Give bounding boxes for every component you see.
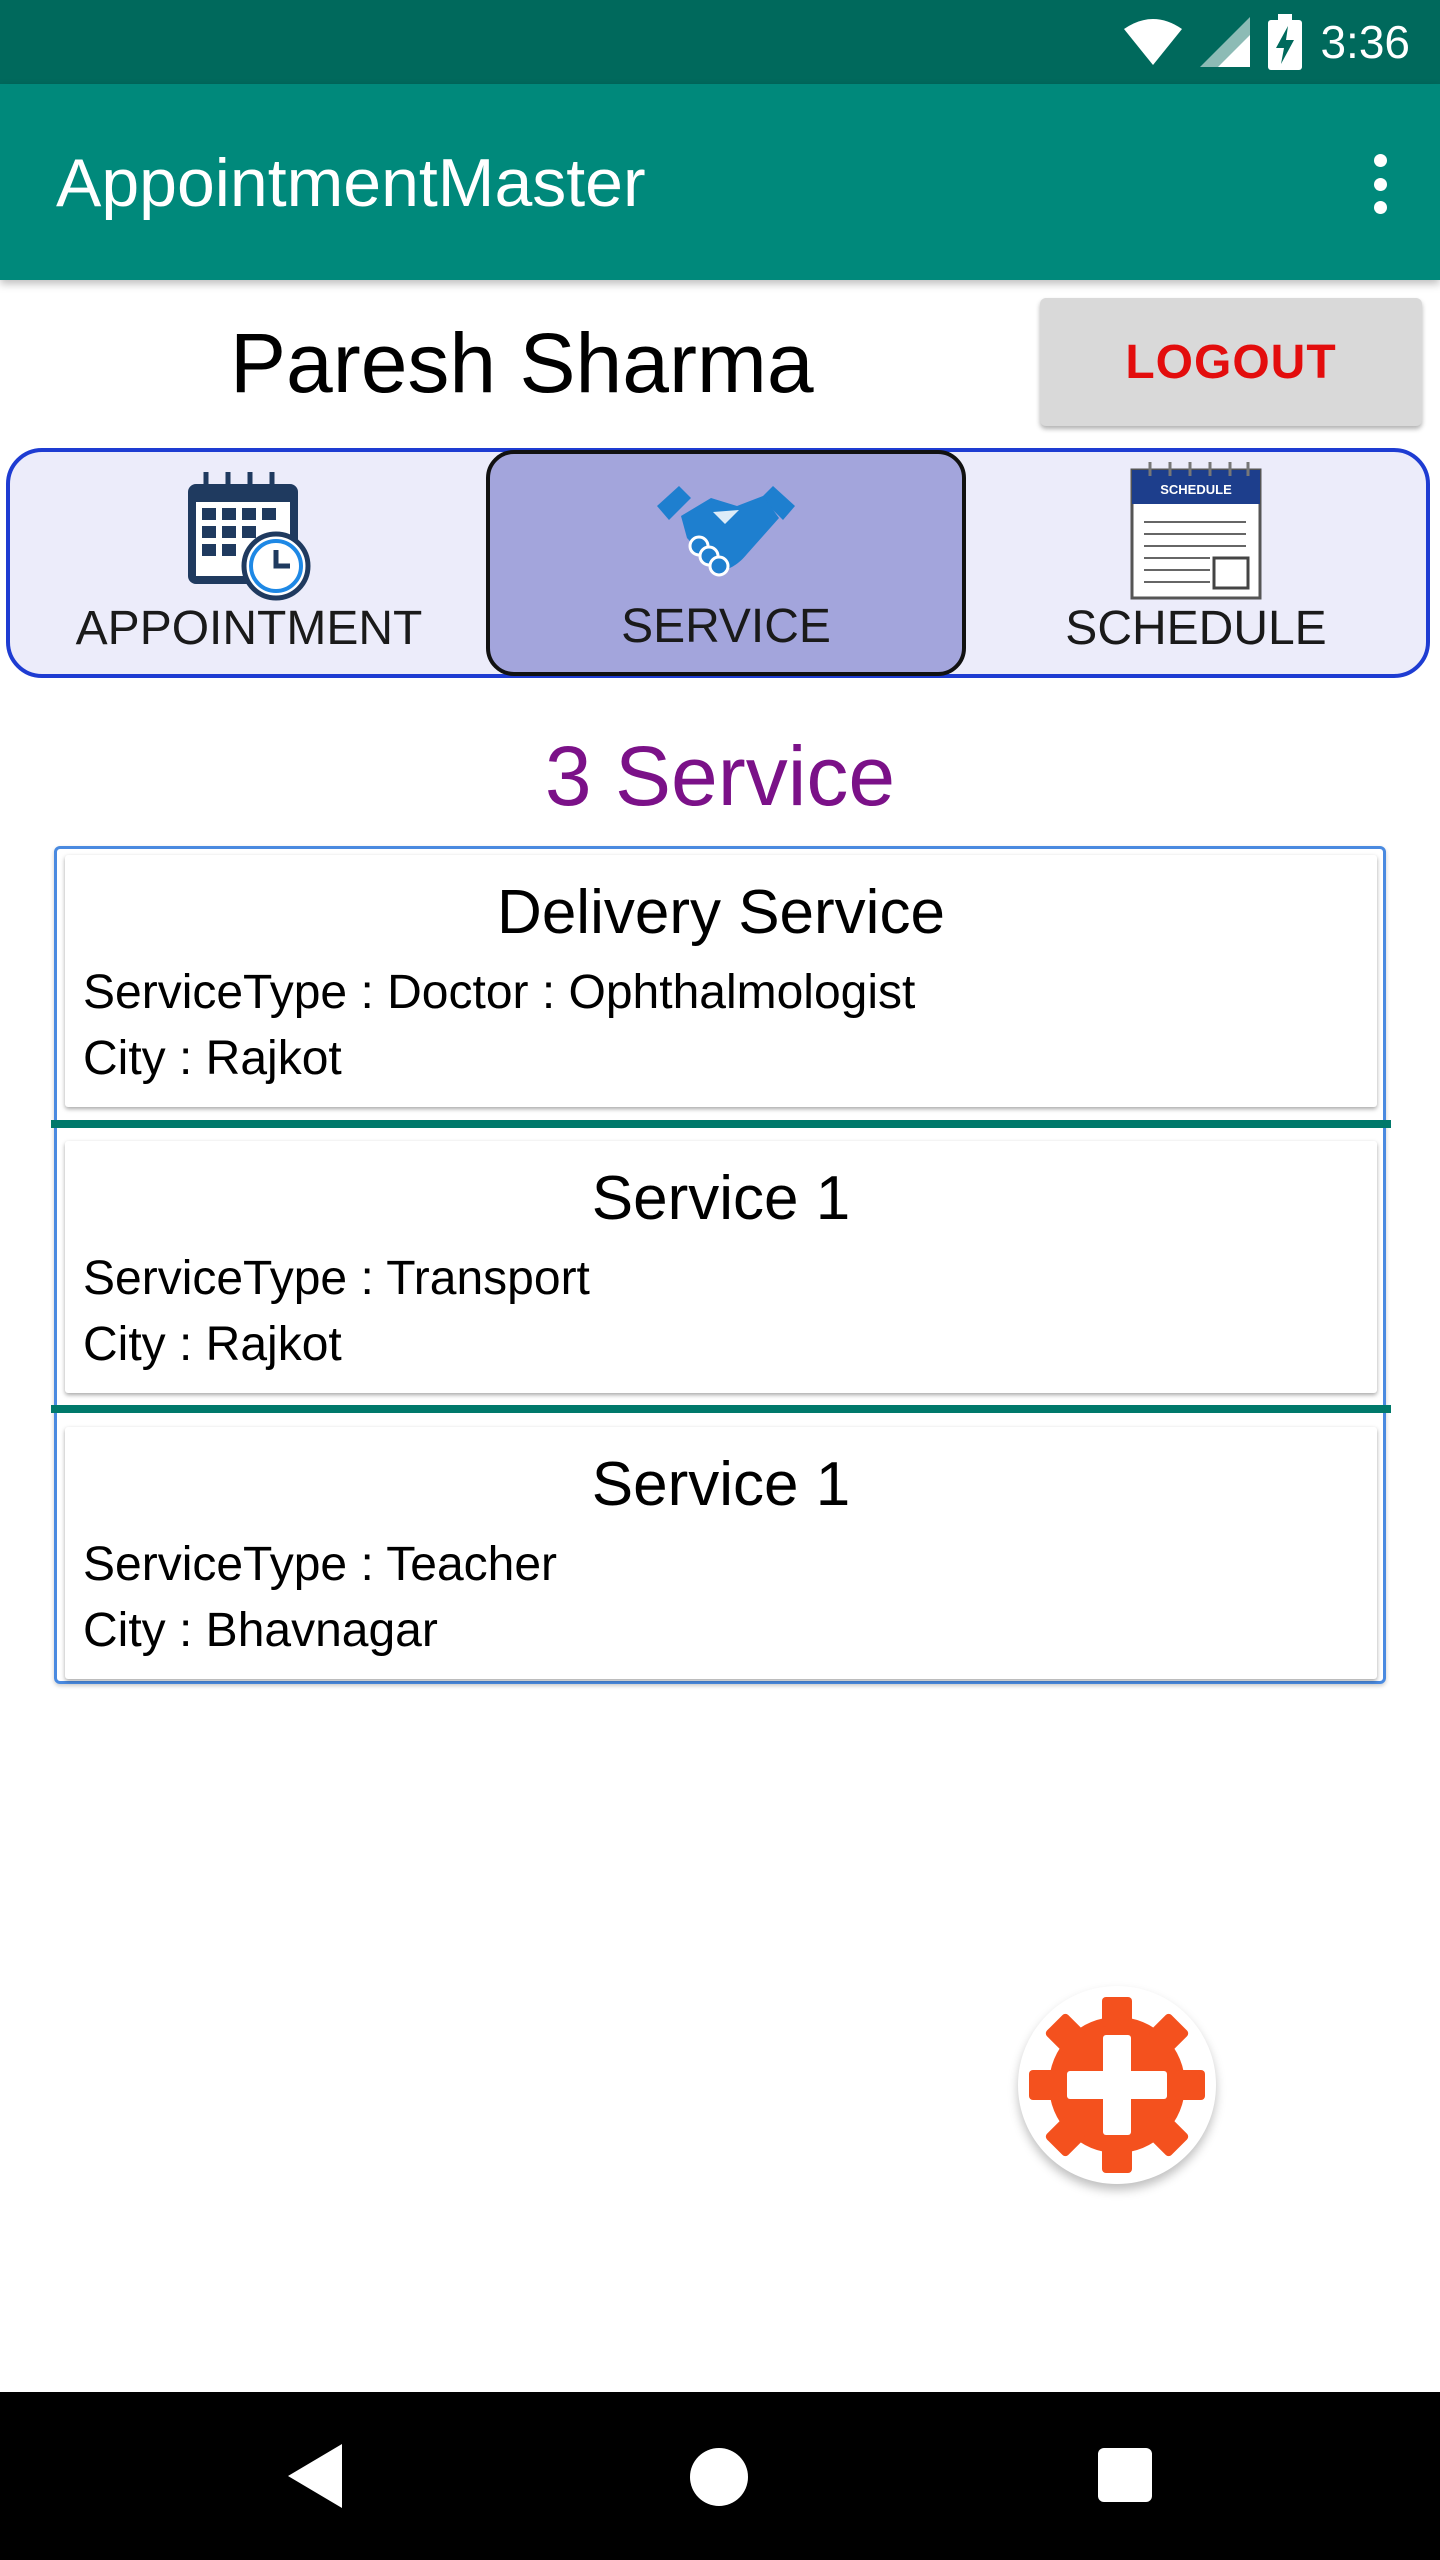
section-title: 3 Service [544, 729, 896, 823]
calendar-clock-icon [188, 472, 311, 601]
service-type: ServiceType : Teacher [83, 1538, 558, 1591]
logout-button[interactable]: LOGOUT [1040, 298, 1422, 426]
tab-service[interactable]: SERVICE [486, 450, 966, 676]
service-title: Delivery Service [497, 878, 945, 947]
wifi-icon [1124, 19, 1183, 65]
service-list: Delivery Service ServiceType : Doctor : … [51, 846, 1391, 1684]
list-divider [51, 1120, 1391, 1128]
back-icon[interactable] [288, 2444, 342, 2508]
schedule-icon-text: SCHEDULE [1160, 482, 1232, 497]
app-title: AppointmentMaster [56, 145, 646, 221]
battery-charging-icon [1268, 14, 1303, 70]
list-divider [51, 1405, 1391, 1413]
service-type: ServiceType : Doctor : Ophthalmologist [83, 966, 916, 1019]
service-title: Service 1 [591, 1164, 851, 1233]
tab-appointment[interactable]: APPOINTMENT [10, 452, 488, 674]
service-city: City : Bhavnagar [83, 1604, 438, 1657]
service-city: City : Rajkot [83, 1032, 342, 1085]
schedule-document-icon: SCHEDULE [1130, 462, 1262, 600]
tab-schedule-label: SCHEDULE [1065, 602, 1327, 655]
handshake-icon [657, 486, 795, 577]
service-city: City : Rajkot [83, 1318, 342, 1371]
more-vert-icon[interactable] [1360, 154, 1400, 214]
tab-service-label: SERVICE [621, 600, 831, 653]
nav-bar [0, 2392, 1440, 2560]
tab-bar: APPOINTMENT SERVICE SCHEDULE SCHEDULE [6, 448, 1430, 678]
status-icons: 3:36 [1124, 0, 1410, 84]
recents-icon[interactable] [1098, 2448, 1152, 2502]
list-item[interactable]: Service 1 ServiceType : Transport City :… [65, 1141, 1377, 1393]
tab-appointment-label: APPOINTMENT [75, 602, 423, 655]
home-icon[interactable] [690, 2448, 748, 2506]
status-time: 3:36 [1320, 16, 1410, 68]
app-bar: AppointmentMaster [0, 84, 1440, 280]
add-service-gear-icon [1029, 1997, 1205, 2173]
signal-icon [1200, 17, 1251, 67]
tab-schedule[interactable]: SCHEDULE SCHEDULE [966, 452, 1426, 674]
status-bar: 3:36 [0, 0, 1440, 84]
add-service-button[interactable] [1018, 1986, 1216, 2184]
service-type: ServiceType : Transport [83, 1252, 590, 1305]
user-name: Paresh Sharma [230, 316, 814, 410]
service-title: Service 1 [591, 1450, 851, 1519]
list-item[interactable]: Service 1 ServiceType : Teacher City : B… [65, 1427, 1377, 1679]
list-item[interactable]: Delivery Service ServiceType : Doctor : … [65, 855, 1377, 1107]
